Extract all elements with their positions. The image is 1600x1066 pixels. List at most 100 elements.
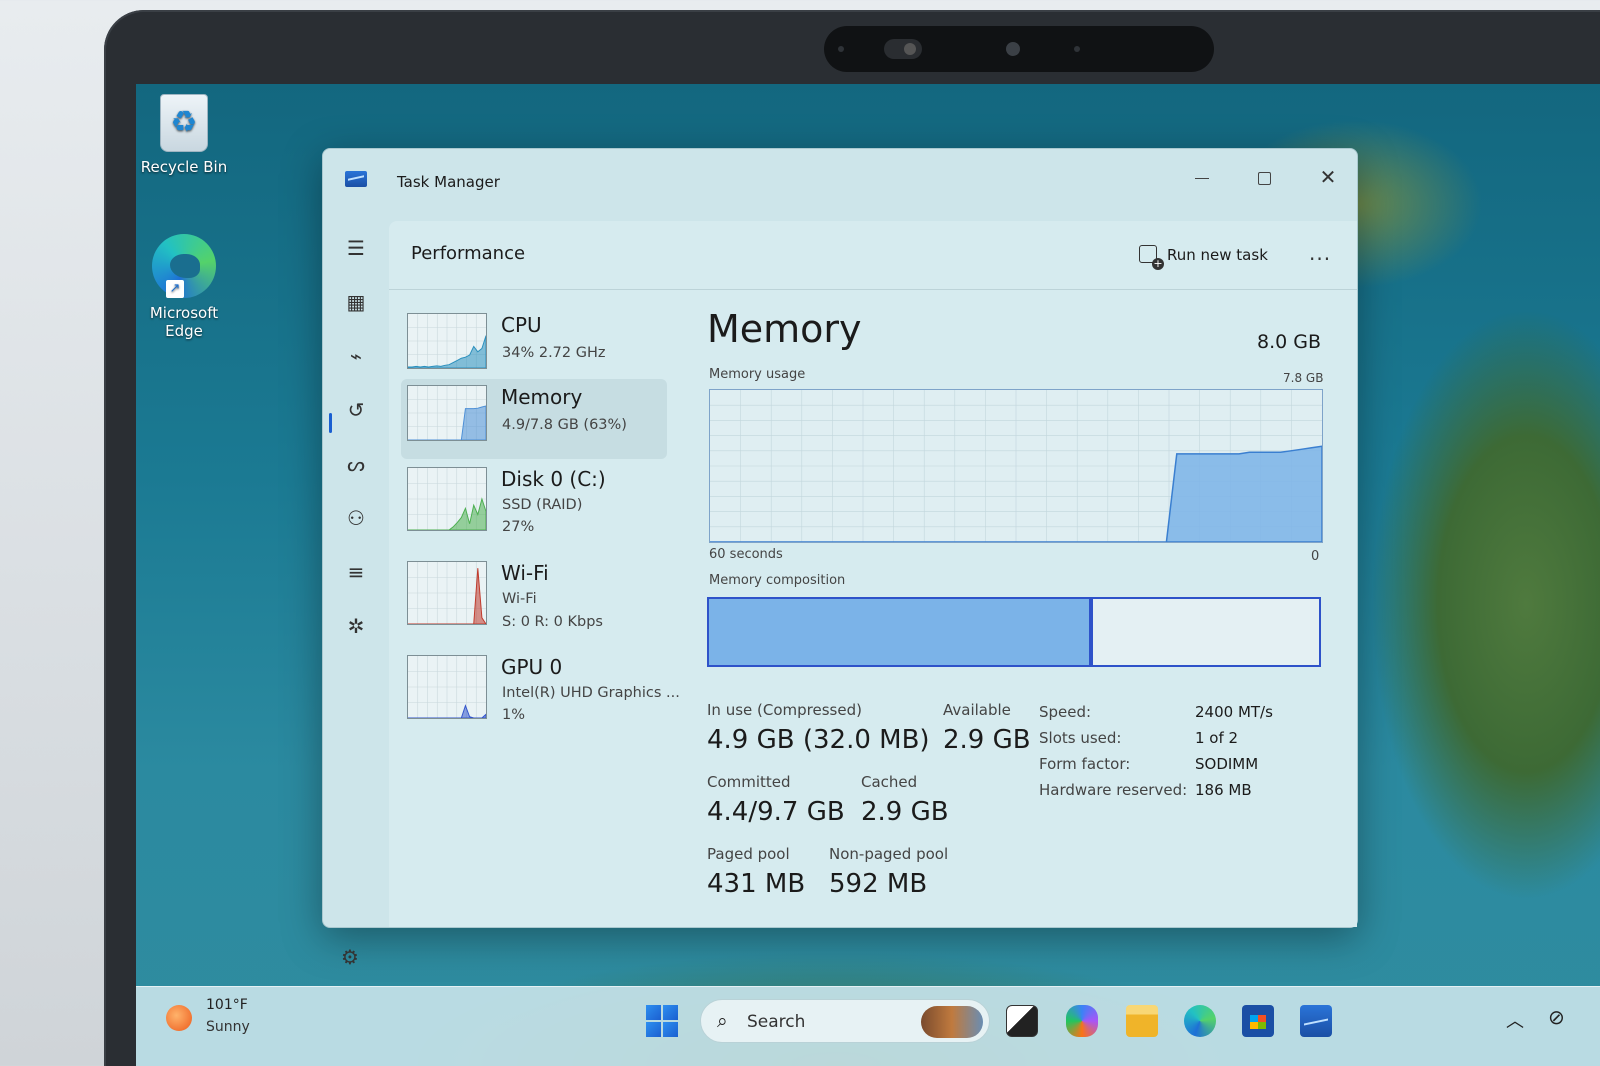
available-label: Available — [943, 701, 1011, 719]
available-value: 2.9 GB — [943, 725, 1031, 755]
memory-mini-graph — [408, 386, 486, 440]
minimize-icon — [1195, 178, 1209, 179]
non-paged-pool-value: 592 MB — [829, 869, 928, 899]
perf-item-name: CPU — [501, 313, 542, 337]
details-icon[interactable]: ≡ — [341, 557, 371, 587]
speed-label: Speed: — [1039, 703, 1092, 721]
perf-item-gpu[interactable]: GPU 0 Intel(R) UHD Graphics ... 1% — [401, 649, 680, 733]
header-divider — [389, 289, 1357, 290]
more-options-icon[interactable]: ... — [1309, 241, 1331, 265]
perf-item-wifi[interactable]: Wi-Fi Wi-Fi S: 0 R: 0 Kbps — [401, 555, 667, 639]
title-bar[interactable]: Task Manager ✕ — [323, 149, 1357, 215]
chevron-up-icon[interactable]: ︿ — [1506, 1007, 1524, 1033]
paged-pool-label: Paged pool — [707, 845, 790, 863]
perf-item-memory[interactable]: Memory 4.9/7.8 GB (63%) — [401, 379, 667, 459]
users-icon[interactable]: ⚇ — [341, 503, 371, 533]
performance-icon[interactable]: ⌁ — [341, 341, 371, 371]
memory-thumbnail — [407, 385, 487, 441]
time-zero-label: 0 — [1311, 549, 1320, 564]
settings-icon[interactable]: ⚙ — [341, 945, 359, 969]
window-title: Task Manager — [397, 173, 500, 191]
processes-icon[interactable]: ▦ — [341, 287, 371, 317]
non-paged-pool-label: Non-paged pool — [829, 845, 949, 863]
gpu-thumbnail — [407, 655, 487, 719]
hamburger-menu-icon[interactable]: ☰ — [341, 233, 371, 263]
file-explorer-icon[interactable] — [1126, 1005, 1158, 1037]
run-task-icon — [1139, 245, 1164, 270]
edge-icon: ↗ — [152, 234, 216, 298]
cached-label: Cached — [861, 773, 918, 791]
app-history-icon[interactable]: ↺ — [341, 395, 371, 425]
weather-description[interactable]: Sunny — [206, 1019, 250, 1035]
perf-item-detail: SSD (RAID) — [502, 497, 583, 513]
performance-pane: Performance Run new task ... CPU 34% 2.7… — [389, 221, 1357, 927]
search-label: Search — [747, 1012, 806, 1032]
perf-item-detail: 34% 2.72 GHz — [502, 345, 606, 361]
form-factor-label: Form factor: — [1039, 755, 1131, 773]
perf-item-detail: Intel(R) UHD Graphics ... — [502, 685, 680, 701]
store-icon[interactable] — [1242, 1005, 1274, 1037]
memory-composition-bar — [707, 597, 1321, 667]
perf-item-name: Disk 0 (C:) — [501, 467, 606, 491]
memory-in-use-segment — [709, 599, 1094, 665]
disk-thumbnail — [407, 467, 487, 531]
in-use-value: 4.9 GB (32.0 MB) — [707, 725, 930, 755]
committed-value: 4.4/9.7 GB — [707, 797, 845, 827]
cpu-thumbnail — [407, 313, 487, 369]
wifi-mini-graph — [408, 562, 486, 624]
desktop-icon-label: Recycle Bin — [140, 158, 228, 176]
perf-item-name: GPU 0 — [501, 655, 563, 679]
task-view-icon[interactable] — [1006, 1005, 1038, 1037]
edge-icon[interactable] — [1184, 1005, 1216, 1037]
memory-usage-chart — [709, 389, 1323, 543]
startup-apps-icon[interactable]: ᔕ — [341, 449, 371, 479]
start-icon[interactable] — [646, 1005, 678, 1037]
slots-used-label: Slots used: — [1039, 729, 1122, 747]
network-icon[interactable]: ⊘ — [1548, 1005, 1565, 1029]
webcam-bar — [824, 26, 1214, 72]
wifi-thumbnail — [407, 561, 487, 625]
desktop-icon-edge[interactable]: ↗ Microsoft Edge — [134, 234, 234, 340]
perf-item-detail: Wi-Fi — [502, 591, 537, 607]
desktop-icon-recycle-bin[interactable]: ♻ Recycle Bin — [134, 94, 234, 176]
copilot-icon[interactable] — [1066, 1005, 1098, 1037]
maximize-icon — [1257, 172, 1271, 185]
perf-item-cpu[interactable]: CPU 34% 2.72 GHz — [401, 307, 667, 387]
recycle-bin-icon: ♻ — [160, 94, 208, 152]
close-button[interactable]: ✕ — [1305, 161, 1351, 193]
cached-value: 2.9 GB — [861, 797, 949, 827]
nav-rail: ☰ ▦ ⌁ ↺ ᔕ ⚇ ≡ ✲ ⚙ — [323, 215, 389, 969]
maximize-button[interactable] — [1241, 161, 1287, 193]
taskbar: 101°F Sunny ⌕ Search ︿ ⊘ — [136, 986, 1600, 1066]
task-manager-window: Task Manager ✕ ☰ ▦ ⌁ ↺ ᔕ ⚇ ≡ ✲ ⚙ Perform… — [322, 148, 1358, 969]
sensor-dot — [1074, 46, 1080, 52]
memory-composition-label: Memory composition — [709, 573, 846, 588]
memory-usage-graph — [710, 390, 1322, 542]
memory-usage-max: 7.8 GB — [1283, 371, 1324, 385]
run-new-task-label: Run new task — [1167, 246, 1268, 264]
cpu-mini-graph — [408, 314, 486, 368]
camera-lens — [1006, 42, 1020, 56]
disk-mini-graph — [408, 468, 486, 530]
run-new-task-button[interactable]: Run new task — [1139, 245, 1268, 270]
perf-item-throughput: S: 0 R: 0 Kbps — [502, 614, 603, 630]
taskbar-search[interactable]: ⌕ Search — [700, 999, 990, 1043]
minimize-button[interactable] — [1179, 161, 1225, 193]
search-icon: ⌕ — [717, 1010, 728, 1032]
weather-sun-icon[interactable] — [166, 1005, 192, 1031]
weather-temperature[interactable]: 101°F — [206, 997, 248, 1013]
search-highlight-image — [921, 1006, 983, 1038]
perf-item-name: Wi-Fi — [501, 561, 549, 585]
page-title: Performance — [411, 243, 526, 264]
perf-item-percent: 1% — [502, 707, 526, 723]
perf-item-disk[interactable]: Disk 0 (C:) SSD (RAID) 27% — [401, 461, 667, 545]
perf-item-percent: 27% — [502, 519, 535, 535]
slots-used-value: 1 of 2 — [1195, 729, 1239, 747]
perf-item-detail: 4.9/7.8 GB (63%) — [502, 417, 627, 433]
services-icon[interactable]: ✲ — [341, 611, 371, 641]
task-manager-icon[interactable] — [1300, 1005, 1332, 1037]
perf-item-name: Memory — [501, 385, 583, 409]
active-indicator — [329, 413, 332, 433]
shortcut-arrow-icon: ↗ — [166, 280, 184, 298]
hardware-reserved-value: 186 MB — [1195, 781, 1252, 799]
